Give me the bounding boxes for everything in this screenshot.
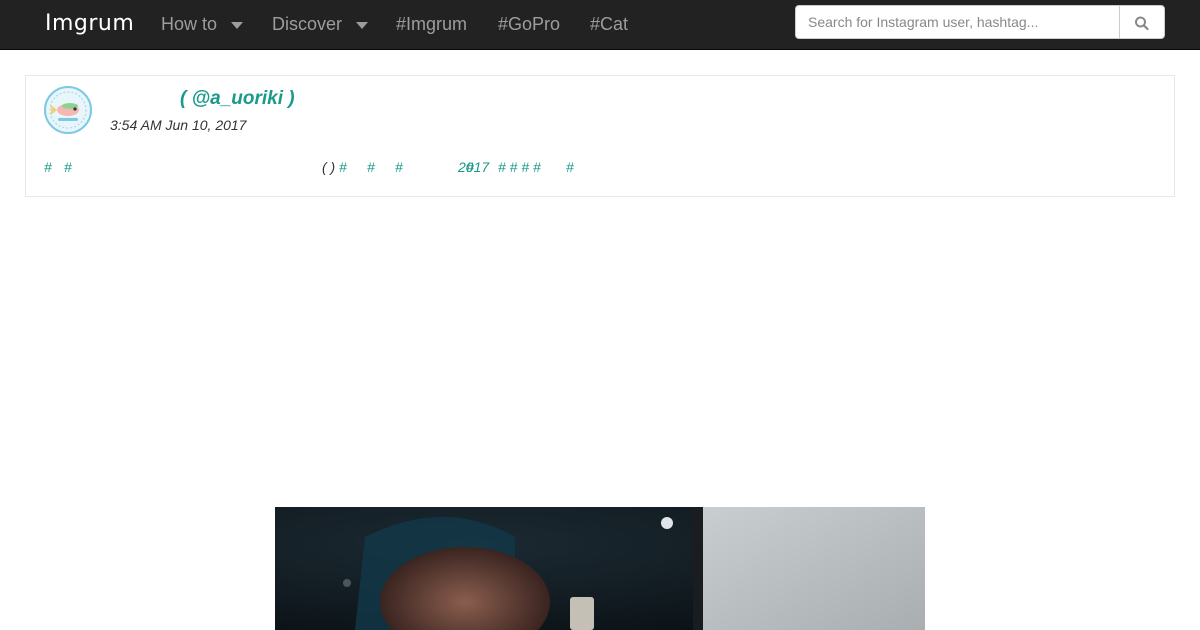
hashtag-link[interactable]: # [64,159,72,175]
brand-logo[interactable]: Imgrum [45,11,134,36]
caret-down-icon [231,22,244,29]
nav-item-gopro[interactable]: #GoPro [498,14,560,35]
post-timestamp: 3:54 AM Jun 10, 2017 [110,117,247,133]
search-form [795,5,1165,39]
nav-item-how-to[interactable]: How to [161,14,244,35]
search-input[interactable] [795,5,1119,39]
nav-item-imgrum[interactable]: #Imgrum [396,14,467,35]
hashtag-link[interactable]: # [466,159,474,175]
nav-item-label: #Imgrum [396,14,468,34]
caret-down-icon [356,22,369,29]
hashtag-link[interactable]: # [566,159,574,175]
search-icon [1135,16,1149,30]
post-username[interactable]: ( @a_uoriki ) [180,88,295,110]
hashtag-link[interactable]: # [395,159,403,175]
nav-item-label: How to [161,14,218,34]
post-caption: # # ( ) # # # 2017 # # # # # # [26,159,1174,179]
nav-item-label: Discover [272,14,343,34]
nav-item-cat[interactable]: #Cat [590,14,628,35]
hashtag-link[interactable]: # # # # [498,159,541,175]
nav-item-label: #Cat [590,14,629,34]
search-button[interactable] [1119,5,1165,39]
hashtag-link[interactable]: # [339,159,347,175]
top-navbar: Imgrum How to Discover #Imgrum #GoPro #C… [0,0,1200,50]
post-photo[interactable] [275,507,925,630]
nav-item-discover[interactable]: Discover [272,14,369,35]
caption-text: ( ) [322,159,336,175]
post-photo-image [275,507,925,630]
hashtag-link[interactable]: # [367,159,375,175]
nav-item-label: #GoPro [498,14,561,34]
post-card: ( @a_uoriki ) 3:54 AM Jun 10, 2017 # # (… [25,75,1175,197]
hashtag-link[interactable]: # [44,159,52,175]
fish-avatar-icon[interactable] [44,86,92,134]
